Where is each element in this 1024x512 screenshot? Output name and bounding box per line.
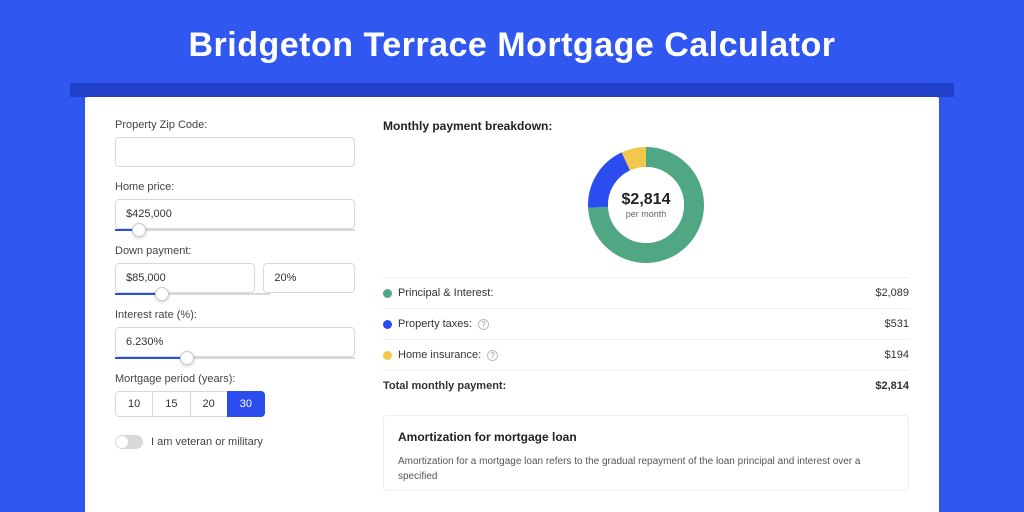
interest-label: Interest rate (%): [115,309,355,321]
veteran-label: I am veteran or military [151,436,263,448]
donut-wrap: $2,814 per month [383,143,909,277]
donut-chart: $2,814 per month [586,145,706,265]
card-shadow-bar [70,83,954,97]
down-payment-field: Down payment: [115,245,355,295]
breakdown-amount: $531 [885,318,909,330]
total-row: Total monthly payment: $2,814 [383,370,909,401]
breakdown-amount: $2,089 [875,287,909,299]
breakdown-panel: Monthly payment breakdown: $2,814 per mo… [383,119,909,512]
help-icon[interactable]: ? [478,319,489,330]
total-amount: $2,814 [875,380,909,392]
down-payment-amount-input[interactable] [115,263,255,293]
total-label: Total monthly payment: [383,380,506,392]
down-payment-slider[interactable] [115,293,271,295]
page-title: Bridgeton Terrace Mortgage Calculator [0,0,1024,83]
donut-value: $2,814 [622,191,671,209]
interest-input[interactable] [115,327,355,357]
breakdown-amount: $194 [885,349,909,361]
legend-dot [383,351,392,360]
interest-field: Interest rate (%): [115,309,355,359]
down-payment-percent-input[interactable] [263,263,355,293]
zip-field: Property Zip Code: [115,119,355,167]
period-label: Mortgage period (years): [115,373,355,385]
amortization-box: Amortization for mortgage loan Amortizat… [383,415,909,491]
calculator-card: Property Zip Code: Home price: Down paym… [85,97,939,512]
inputs-panel: Property Zip Code: Home price: Down paym… [115,119,355,512]
interest-slider[interactable] [115,357,355,359]
breakdown-lines: Principal & Interest: $2,089 Property taxe… [383,277,909,370]
period-button-15[interactable]: 15 [152,391,190,417]
home-price-field: Home price: [115,181,355,231]
period-button-20[interactable]: 20 [190,391,228,417]
breakdown-row: Home insurance:? $194 [383,339,909,370]
home-price-input[interactable] [115,199,355,229]
donut-sub: per month [626,209,667,219]
zip-label: Property Zip Code: [115,119,355,131]
breakdown-row: Principal & Interest: $2,089 [383,277,909,308]
legend-dot [383,320,392,329]
breakdown-label: Property taxes: [398,318,472,330]
period-button-30[interactable]: 30 [227,391,265,417]
period-button-10[interactable]: 10 [115,391,153,417]
period-buttons: 10152030 [115,391,355,417]
amortization-text: Amortization for a mortgage loan refers … [398,454,894,484]
down-payment-label: Down payment: [115,245,355,257]
help-icon[interactable]: ? [487,350,498,361]
veteran-row: I am veteran or military [115,435,355,449]
veteran-toggle[interactable] [115,435,143,449]
breakdown-row: Property taxes:? $531 [383,308,909,339]
breakdown-label: Principal & Interest: [398,287,493,299]
amortization-title: Amortization for mortgage loan [398,430,894,444]
breakdown-label: Home insurance: [398,349,481,361]
legend-dot [383,289,392,298]
home-price-label: Home price: [115,181,355,193]
donut-center: $2,814 per month [608,167,684,243]
period-field: Mortgage period (years): 10152030 [115,373,355,417]
zip-input[interactable] [115,137,355,167]
home-price-slider[interactable] [115,229,355,231]
breakdown-title: Monthly payment breakdown: [383,119,909,133]
